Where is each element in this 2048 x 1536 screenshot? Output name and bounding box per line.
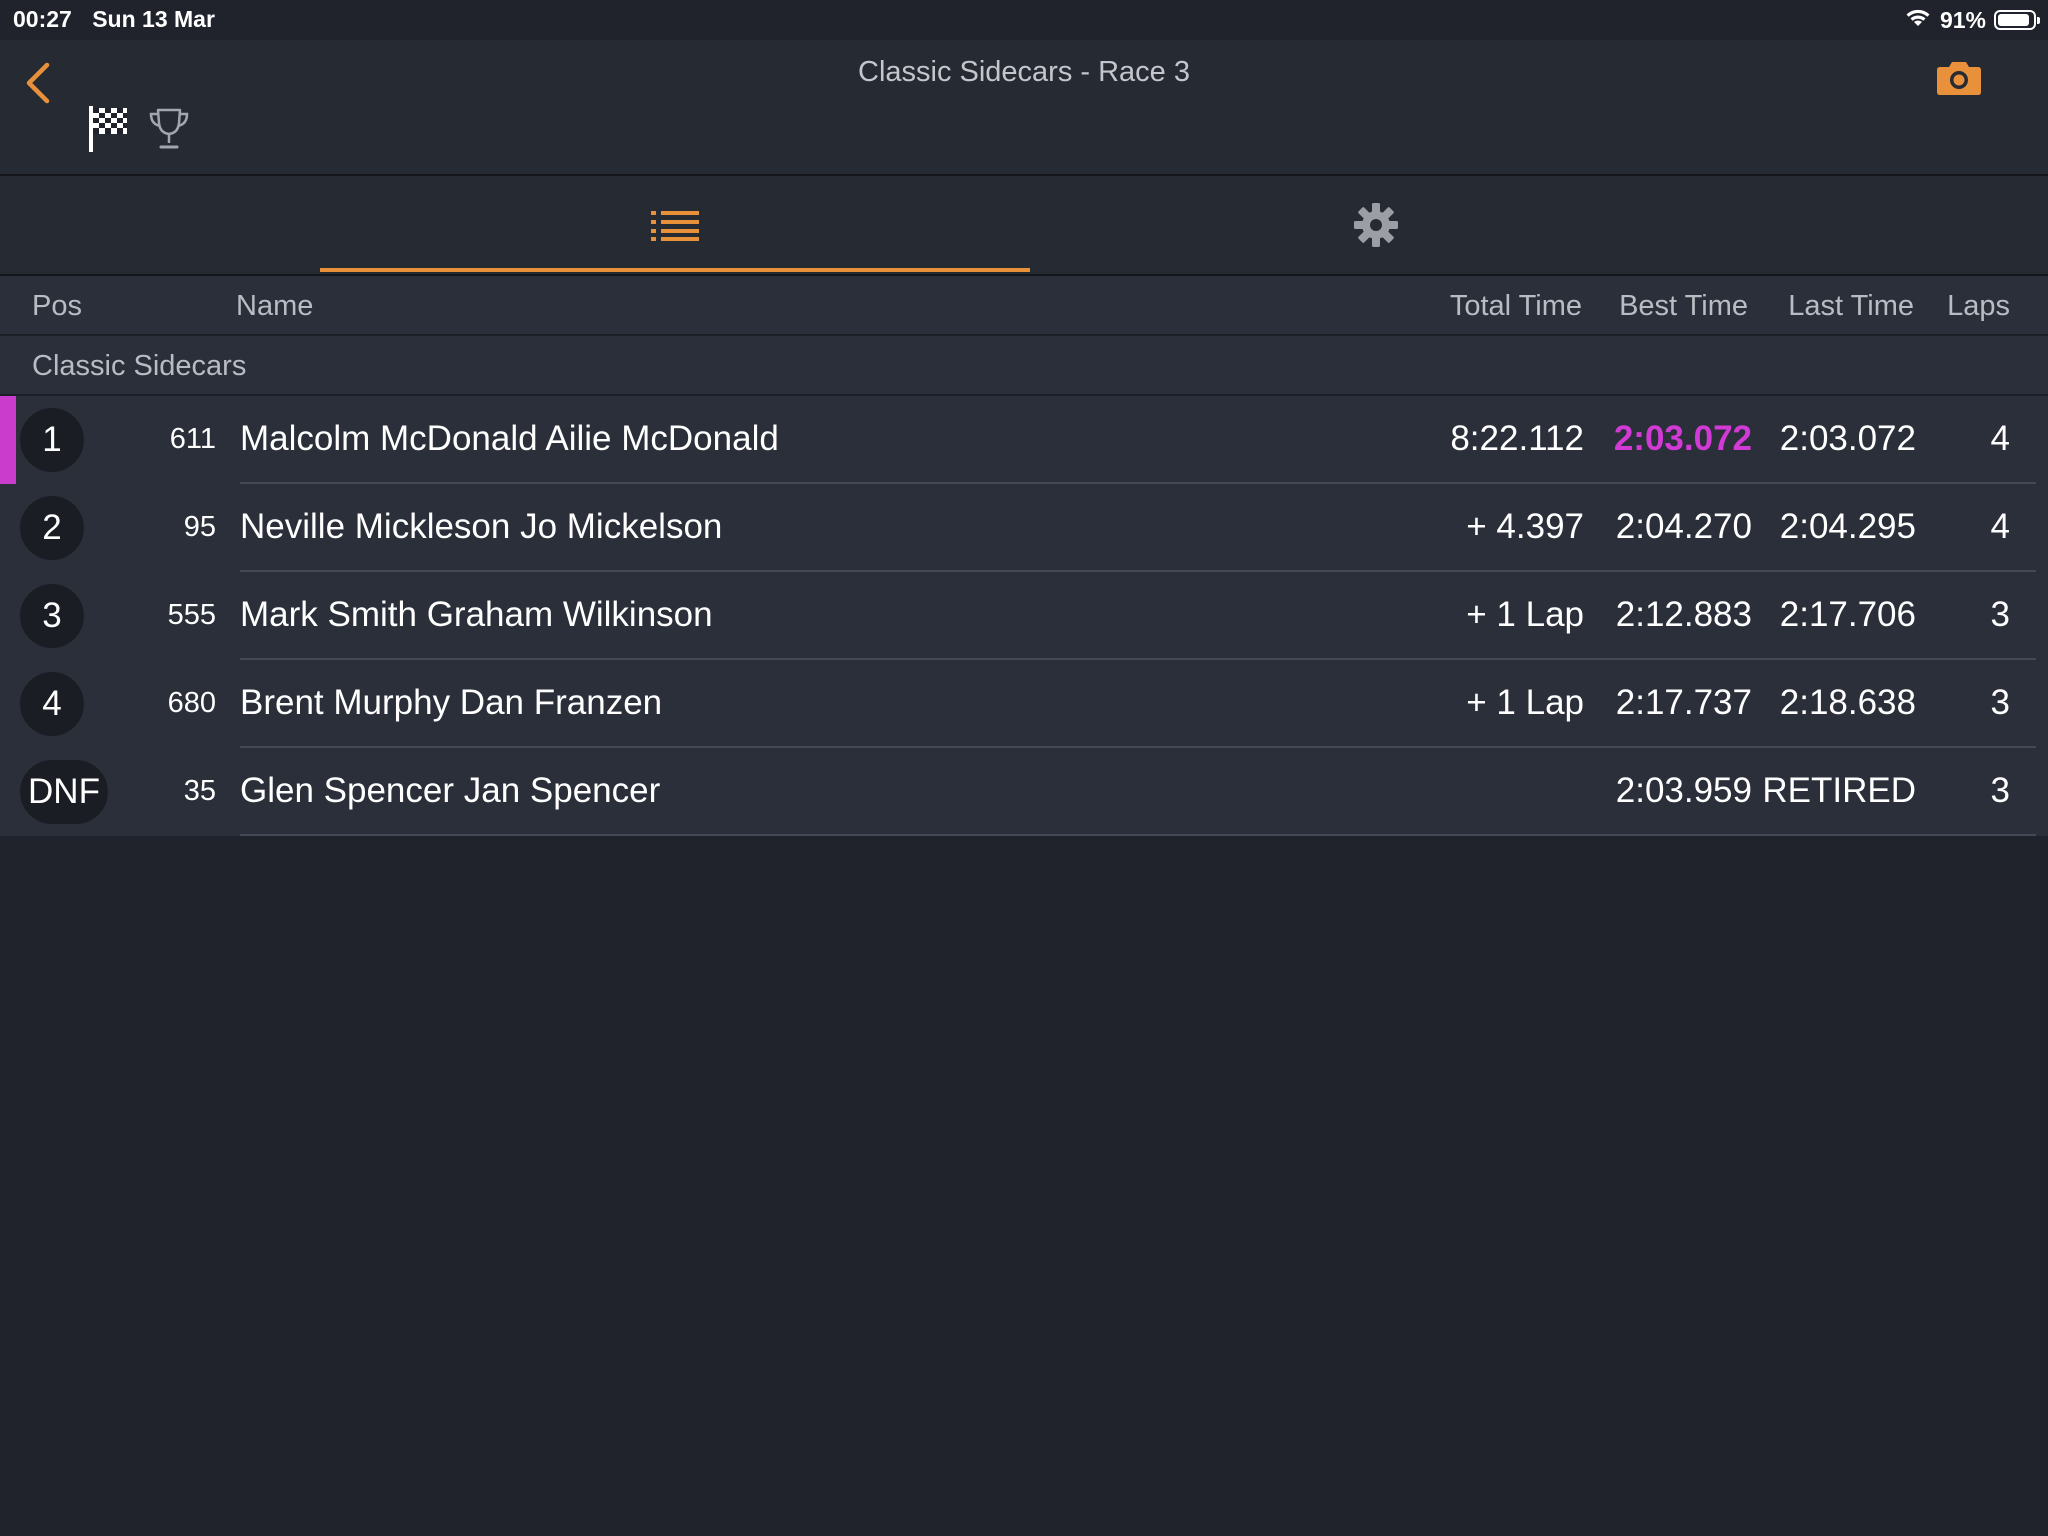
battery-level (1998, 14, 2029, 26)
status-indicators: 91% (1904, 6, 2040, 34)
column-header-total-time: Total Time (1449, 290, 1582, 322)
last-time: 2:04.295 (1779, 507, 1916, 546)
best-time: 2:17.737 (1615, 683, 1752, 722)
best-time: 2:04.270 (1615, 507, 1752, 546)
status-date: Sun 13 Mar (92, 6, 215, 32)
table-row[interactable]: 4 680 Brent Murphy Dan Franzen + 1 Lap 2… (0, 660, 2048, 748)
rider-names: Neville Mickleson Jo Mickelson (240, 507, 723, 546)
best-time: 2:03.072 (1613, 419, 1752, 458)
last-time: RETIRED (1762, 771, 1916, 810)
rider-names: Glen Spencer Jan Spencer (240, 771, 661, 810)
navigation-header: Classic Sidecars - Race 3 (0, 40, 2048, 176)
position-badge: 2 (20, 496, 84, 560)
column-header-row: Pos Name Total Time Best Time Last Time … (0, 276, 2048, 336)
battery-percent: 91% (1939, 6, 1986, 33)
table-row[interactable]: 1 611 Malcolm McDonald Ailie McDonald 8:… (0, 396, 2048, 484)
position-badge: DNF (20, 760, 108, 824)
tab-bar (0, 176, 2048, 276)
checkered-flag-icon (89, 106, 127, 152)
status-time: 00:27 (13, 6, 72, 32)
gear-icon (1354, 203, 1398, 247)
class-group-header: Classic Sidecars (0, 336, 2048, 396)
results-table: 1 611 Malcolm McDonald Ailie McDonald 8:… (0, 396, 2048, 836)
rider-names: Brent Murphy Dan Franzen (240, 683, 663, 722)
rider-names: Malcolm McDonald Ailie McDonald (240, 419, 779, 458)
status-time-date: 00:27 Sun 13 Mar (13, 6, 215, 33)
race-number: 555 (167, 599, 216, 631)
fastest-lap-marker (0, 396, 16, 484)
tab-settings[interactable] (1021, 176, 1731, 274)
total-time: + 1 Lap (1466, 595, 1584, 634)
trophy-button[interactable] (144, 102, 194, 156)
class-group-label: Classic Sidecars (32, 350, 247, 382)
race-number: 95 (183, 511, 216, 543)
results-flag-button[interactable] (84, 100, 132, 156)
lap-count: 3 (1990, 595, 2010, 634)
trophy-icon (149, 108, 189, 149)
page-title: Classic Sidecars - Race 3 (858, 56, 1190, 88)
lap-count: 3 (1990, 771, 2010, 810)
column-header-last-time: Last Time (1788, 290, 1914, 322)
last-time: 2:03.072 (1779, 419, 1916, 458)
tab-results-list[interactable] (320, 176, 1030, 274)
position-badge: 1 (20, 408, 84, 472)
table-row[interactable]: 3 555 Mark Smith Graham Wilkinson + 1 La… (0, 572, 2048, 660)
total-time: + 1 Lap (1466, 683, 1584, 722)
status-bar: 00:27 Sun 13 Mar 91% (0, 0, 2048, 40)
column-header-name: Name (236, 290, 314, 322)
last-time: 2:18.638 (1779, 683, 1916, 722)
table-row[interactable]: DNF 35 Glen Spencer Jan Spencer 2:03.959… (0, 748, 2048, 836)
wifi-icon (1904, 6, 1932, 34)
column-header-best-time: Best Time (1619, 290, 1748, 322)
best-time: 2:12.883 (1615, 595, 1752, 634)
list-icon (651, 211, 699, 241)
position-badge: 4 (20, 672, 84, 736)
column-header-pos: Pos (32, 290, 82, 322)
race-number: 611 (169, 423, 216, 455)
best-time: 2:03.959 (1615, 771, 1752, 810)
camera-icon (1937, 62, 1981, 95)
camera-button[interactable] (1928, 50, 1990, 106)
rider-names: Mark Smith Graham Wilkinson (240, 595, 713, 634)
column-header-laps: Laps (1947, 290, 2010, 322)
active-tab-indicator (320, 268, 1030, 272)
total-time: 8:22.112 (1450, 419, 1584, 458)
battery-icon (1994, 10, 2040, 30)
total-time: + 4.397 (1466, 507, 1584, 546)
race-number: 35 (183, 775, 216, 807)
last-time: 2:17.706 (1779, 595, 1916, 634)
lap-count: 4 (1990, 507, 2010, 546)
lap-count: 3 (1990, 683, 2010, 722)
table-row[interactable]: 2 95 Neville Mickleson Jo Mickelson + 4.… (0, 484, 2048, 572)
race-number: 680 (167, 687, 216, 719)
position-badge: 3 (20, 584, 84, 648)
lap-count: 4 (1990, 419, 2010, 458)
